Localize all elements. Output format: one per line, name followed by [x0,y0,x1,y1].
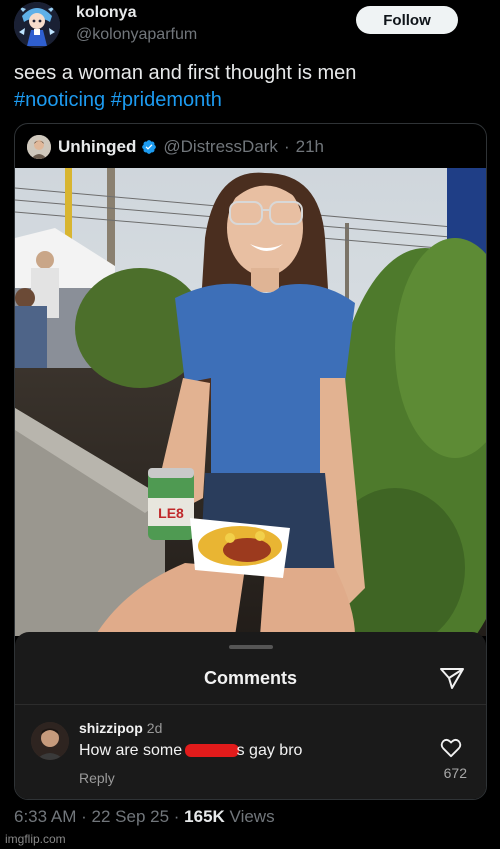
like-count: 672 [443,765,467,781]
quoted-post-header: Unhinged @DistressDark · 21h [27,134,324,160]
svg-text:LE8: LE8 [158,505,184,521]
post-meta: 6:33 AM · 22 Sep 25 · 165K Views [14,807,275,827]
comment-text-end: s gay bro [236,742,303,759]
post-date[interactable]: 22 Sep 25 [92,807,170,826]
author-avatar[interactable] [14,2,60,48]
commenter-avatar[interactable] [31,722,69,760]
quoted-author-name[interactable]: Unhinged [58,137,136,157]
author-handle[interactable]: @kolonyaparfum [76,26,197,44]
quoted-post-card[interactable]: Unhinged @DistressDark · 21h LE8 Comment… [14,123,487,800]
views-label: Views [229,807,275,826]
comments-sheet: Comments shizzipop 2d How are some s gay … [15,632,486,799]
hashtag-link[interactable]: #nooticing [14,89,105,111]
heart-icon[interactable] [440,738,462,758]
tweet-header: kolonya @kolonyaparfum Follow [0,0,500,58]
views-count: 165K [184,807,225,826]
commenter-username[interactable]: shizzipop 2d [79,720,162,736]
tweet-body: sees a woman and first thought is men [14,62,357,84]
anime-girl-avatar-icon [14,2,60,48]
outdoor-photo-illustration: LE8 [15,168,486,668]
quoted-author-handle[interactable]: @DistressDark [163,137,278,157]
redaction-mark [184,744,239,758]
author-display-name[interactable]: kolonya [76,4,136,22]
sheet-grabber[interactable] [229,645,273,649]
hashtag-link[interactable]: #pridemonth [111,89,222,111]
post-time[interactable]: 6:33 AM [14,807,76,826]
comment-age: 2d [146,720,163,736]
follow-button[interactable]: Follow [356,6,458,34]
comment-text-start: How are some [79,742,183,759]
quoted-photo[interactable]: LE8 [15,168,486,668]
send-icon[interactable] [438,664,466,692]
tweet-hashtags: #nooticing #pridemonth [14,87,356,114]
reply-button[interactable]: Reply [79,770,115,786]
commenter-name[interactable]: shizzipop [79,720,143,736]
quoted-post-age: 21h [295,137,324,156]
comments-title: Comments [203,668,297,688]
comment-text: How are some s gay bro [79,742,302,760]
quoted-author-avatar[interactable] [27,135,51,159]
dot-separator: · [283,137,290,156]
dot-separator: · [81,807,87,826]
divider [15,704,486,705]
verified-badge-icon [142,140,157,154]
dot-separator: · [173,807,180,826]
watermark: imgflip.com [5,832,66,846]
quoted-avatar-icon [27,135,51,159]
tweet-text: sees a woman and first thought is men #n… [14,60,356,114]
commenter-avatar-icon [31,722,69,760]
